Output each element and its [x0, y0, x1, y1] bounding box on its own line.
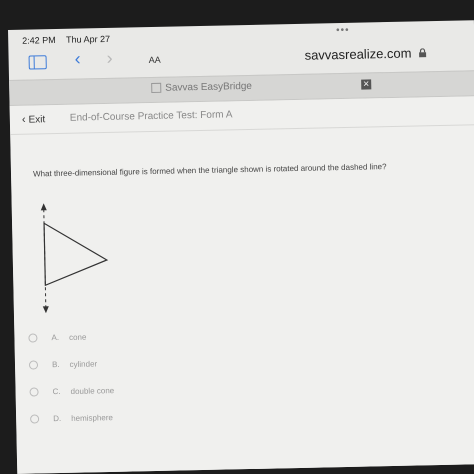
axis-arrow-up-icon	[40, 203, 47, 211]
test-title: End-of-Course Practice Test: Form A	[69, 109, 233, 124]
choice-text: hemisphere	[71, 413, 114, 424]
exit-label: Exit	[28, 114, 46, 126]
choice-a[interactable]: A. cone	[28, 328, 86, 343]
tab-close-icon[interactable]: ✕	[361, 79, 372, 90]
forward-button[interactable]: ›	[106, 48, 112, 69]
choice-b[interactable]: B. cylinder	[28, 355, 98, 370]
status-time: 2:42 PM	[22, 35, 56, 46]
multitasking-dots[interactable]: •••	[336, 25, 350, 36]
triangle-figure	[40, 203, 109, 314]
status-bar: 2:42 PM Thu Apr 27	[22, 34, 118, 46]
url-text: savvasrealize.com	[304, 45, 412, 63]
radio-button[interactable]	[30, 414, 40, 424]
lock-icon	[418, 48, 426, 58]
ipad-screen: 2:42 PM Thu Apr 27 ••• ‹ › AA savvasreal…	[8, 20, 474, 474]
status-date: Thu Apr 27	[65, 33, 111, 45]
choice-letter: B.	[51, 360, 60, 370]
choice-letter: D.	[53, 414, 62, 424]
sidebar-toggle-icon[interactable]	[28, 55, 47, 70]
radio-button[interactable]	[28, 333, 38, 343]
radio-button[interactable]	[29, 387, 39, 397]
text-size-button[interactable]: AA	[148, 51, 161, 66]
address-bar[interactable]: savvasrealize.com	[304, 45, 426, 63]
choice-d[interactable]: D. hemisphere	[30, 409, 113, 425]
choice-text: double cone	[70, 386, 115, 397]
text-size-label: AA	[148, 54, 161, 66]
page-content: ‹ Exit End-of-Course Practice Test: Form …	[9, 96, 474, 474]
back-button[interactable]: ‹	[74, 48, 80, 69]
tab-savvas-easybridge[interactable]: Savvas EasyBridge	[151, 81, 252, 94]
choice-letter: A.	[51, 333, 60, 343]
axis-arrow-down-icon	[42, 306, 49, 314]
choice-text: cone	[68, 332, 87, 343]
exit-button[interactable]: ‹ Exit	[21, 113, 46, 126]
choice-c[interactable]: C. double cone	[29, 382, 114, 398]
choice-letter: C.	[52, 387, 61, 397]
tab-favicon-icon	[151, 83, 162, 94]
tab-title-label: Savvas EasyBridge	[165, 80, 253, 94]
triangle-shape	[43, 222, 109, 287]
radio-button[interactable]	[28, 360, 39, 370]
choice-text: cylinder	[69, 359, 98, 370]
question-text: What three-dimensional figure is formed …	[32, 162, 387, 179]
chevron-left-icon: ‹	[21, 113, 26, 126]
